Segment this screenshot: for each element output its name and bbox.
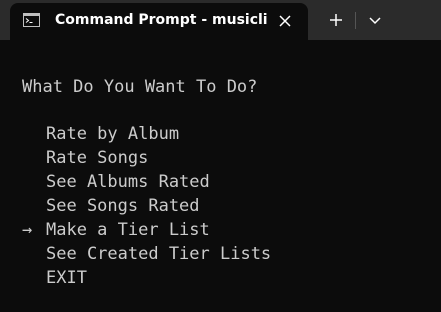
separator xyxy=(355,12,356,29)
terminal-icon xyxy=(23,13,40,27)
tab-command-prompt[interactable]: Command Prompt - musicli xyxy=(10,3,308,40)
close-icon[interactable] xyxy=(275,11,295,31)
menu-option[interactable]: EXIT xyxy=(46,268,87,288)
menu-option[interactable]: See Songs Rated xyxy=(46,196,200,216)
menu-option[interactable]: Rate by Album xyxy=(46,124,179,144)
plus-icon[interactable] xyxy=(320,6,352,34)
menu-option[interactable]: Rate Songs xyxy=(46,148,148,168)
chevron-down-icon[interactable] xyxy=(360,6,390,34)
menu-prompt: What Do You Want To Do? xyxy=(22,77,258,97)
selection-arrow-icon: → xyxy=(22,220,33,240)
menu-option[interactable]: See Created Tier Lists xyxy=(46,244,271,264)
menu-option[interactable]: See Albums Rated xyxy=(46,172,210,192)
terminal-window: Command Prompt - musicli What Do You Wan… xyxy=(0,0,441,312)
tab-title: Command Prompt - musicli xyxy=(55,12,268,28)
menu-option[interactable]: Make a Tier List xyxy=(46,220,210,240)
title-bar: Command Prompt - musicli xyxy=(0,0,441,40)
terminal-output[interactable]: What Do You Want To Do? Rate by Album Rat… xyxy=(0,40,441,312)
